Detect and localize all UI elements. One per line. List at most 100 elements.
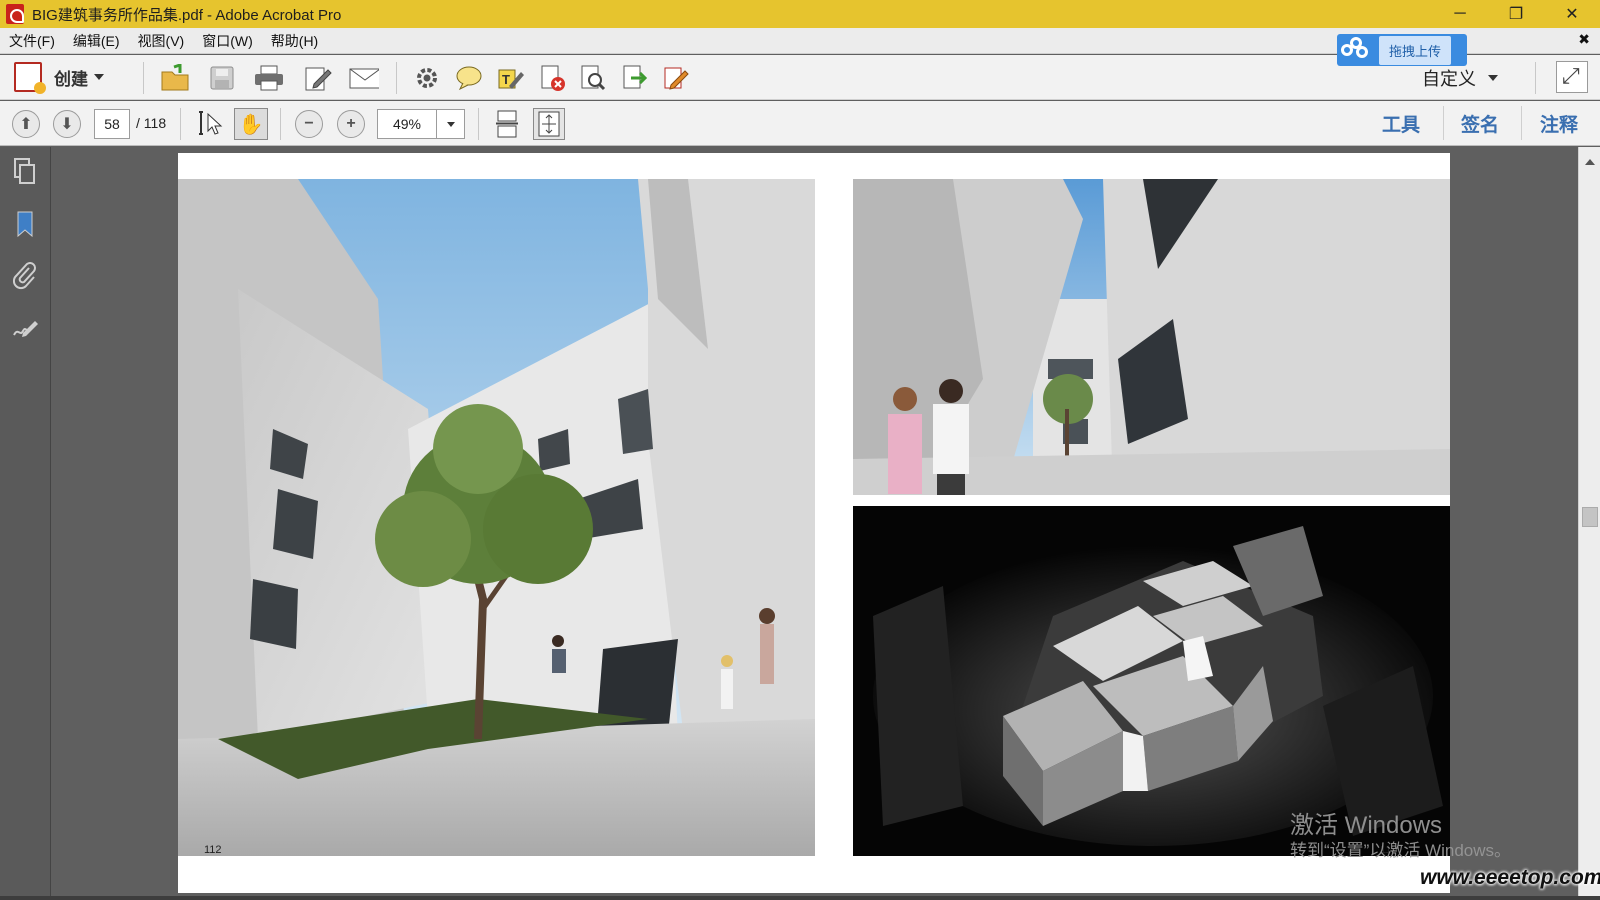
tab-comment[interactable]: 注释 <box>1540 110 1578 137</box>
paperclip-icon <box>13 262 36 290</box>
comment-button[interactable] <box>454 63 484 93</box>
scroll-up-icon[interactable] <box>1585 159 1595 165</box>
fit-page-icon <box>538 111 560 137</box>
toolbar-divider <box>396 62 397 94</box>
signatures-button[interactable] <box>10 313 40 343</box>
night-model-image <box>853 506 1450 856</box>
zoom-level-input[interactable]: 49% <box>377 109 437 139</box>
create-button[interactable]: 创建 <box>14 62 104 94</box>
search-doc-icon <box>581 65 606 91</box>
arrow-up-icon: ⬆ <box>19 116 33 133</box>
hand-icon: ✋ <box>238 113 264 136</box>
toolbar-divider <box>143 62 144 94</box>
window-controls: ─ ❐ ✕ <box>1432 0 1600 28</box>
fit-page-button[interactable] <box>533 108 565 140</box>
email-icon <box>349 68 379 89</box>
tab-sign[interactable]: 签名 <box>1461 110 1499 137</box>
chevron-down-icon <box>446 121 455 127</box>
tab-tools[interactable]: 工具 <box>1382 110 1420 137</box>
customize-dropdown[interactable]: 自定义 <box>1422 65 1498 91</box>
menu-view[interactable]: 视图(V) <box>129 31 194 51</box>
window-title: BIG建筑事务所作品集.pdf - Adobe Acrobat Pro <box>32 6 342 24</box>
scroll-mode-button[interactable] <box>492 109 522 139</box>
open-button[interactable] <box>160 63 190 93</box>
couple-walkway-image <box>853 179 1450 495</box>
acrobat-pdf-icon <box>6 4 24 24</box>
navigation-toolbar: ⬆ ⬇ 58 / 118 ✋ − + 49% 工具 签名 注释 <box>0 101 1600 146</box>
close-window-button[interactable]: ✕ <box>1544 0 1600 28</box>
open-folder-icon <box>161 64 189 91</box>
highlight-button[interactable]: T <box>496 63 526 93</box>
save-button[interactable] <box>207 63 237 93</box>
select-tool-button[interactable] <box>196 109 226 139</box>
customize-label: 自定义 <box>1422 69 1476 89</box>
bottom-edge <box>0 896 1600 900</box>
close-document-button[interactable]: ✖ <box>1578 31 1590 48</box>
zoom-out-button[interactable]: − <box>295 110 323 138</box>
hand-tool-button[interactable]: ✋ <box>234 108 268 140</box>
left-page-number: 112 <box>204 844 222 856</box>
menu-edit[interactable]: 编辑(E) <box>64 31 129 51</box>
page-thumbnails-button[interactable] <box>10 157 40 187</box>
pdf-page-spread: 112 113 <box>178 153 1450 893</box>
plus-icon: + <box>346 115 356 132</box>
title-bar: BIG建筑事务所作品集.pdf - Adobe Acrobat Pro ─ ❐ … <box>0 0 1600 28</box>
page-thumbnails-icon <box>14 158 35 184</box>
arrow-down-icon: ⬇ <box>60 116 74 133</box>
minus-icon: − <box>304 115 314 132</box>
select-cursor-icon <box>199 111 223 135</box>
menu-help[interactable]: 帮助(H) <box>262 31 327 51</box>
chevron-down-icon <box>1488 75 1498 81</box>
highlight-icon: T <box>498 69 524 89</box>
signature-pen-icon <box>13 321 38 337</box>
document-view[interactable]: 112 113 <box>52 147 1578 900</box>
toolbar-divider <box>180 108 181 140</box>
restore-button[interactable]: ❐ <box>1488 0 1544 28</box>
email-button[interactable] <box>349 63 379 93</box>
print-button[interactable] <box>254 63 284 93</box>
page-number-input[interactable]: 58 <box>94 109 130 139</box>
cloud-upload-icon <box>1341 37 1371 63</box>
panel-divider <box>1521 106 1522 140</box>
delete-doc-icon <box>541 65 565 91</box>
bookmark-icon <box>17 211 33 238</box>
edit-document-button[interactable] <box>303 63 333 93</box>
svg-text:T: T <box>502 72 510 87</box>
search-document-button[interactable] <box>578 63 608 93</box>
sign-document-button[interactable] <box>661 63 691 93</box>
vertical-scrollbar[interactable] <box>1578 147 1600 900</box>
export-icon <box>623 65 648 89</box>
activate-windows-title: 激活 Windows <box>1290 812 1443 839</box>
scroll-mode-icon <box>496 110 518 138</box>
site-watermark: www.eeeetop.com <box>1420 866 1600 889</box>
save-icon <box>210 66 234 90</box>
next-page-button[interactable]: ⬇ <box>53 110 81 138</box>
create-pdf-icon <box>14 62 46 94</box>
sign-doc-icon <box>664 67 689 90</box>
zoom-in-button[interactable]: + <box>337 110 365 138</box>
expand-icon[interactable] <box>1556 61 1588 93</box>
zoom-dropdown-button[interactable] <box>437 109 465 139</box>
panel-divider <box>1443 106 1444 140</box>
chevron-down-icon <box>94 74 104 80</box>
scroll-thumb[interactable] <box>1582 507 1598 527</box>
print-icon <box>255 65 283 91</box>
minimize-button[interactable]: ─ <box>1432 0 1488 28</box>
attachments-button[interactable] <box>10 261 40 291</box>
activate-windows-subtitle: 转到“设置”以激活 Windows。 <box>1290 841 1512 860</box>
menu-window[interactable]: 窗口(W) <box>193 31 262 51</box>
edit-doc-icon <box>305 67 332 91</box>
menu-file[interactable]: 文件(F) <box>0 31 64 51</box>
toolbar-divider <box>280 108 281 140</box>
upload-label: 拖拽上传 <box>1379 35 1452 65</box>
bookmarks-button[interactable] <box>10 209 40 239</box>
courtyard-rendering-image <box>178 179 815 856</box>
navigation-pane <box>0 147 51 900</box>
toolbar-divider <box>478 108 479 140</box>
upload-widget[interactable]: 拖拽上传 <box>1337 34 1467 66</box>
export-button[interactable] <box>620 63 650 93</box>
comment-icon <box>456 66 482 91</box>
previous-page-button[interactable]: ⬆ <box>12 110 40 138</box>
settings-button[interactable] <box>412 63 442 93</box>
delete-document-button[interactable] <box>538 63 568 93</box>
